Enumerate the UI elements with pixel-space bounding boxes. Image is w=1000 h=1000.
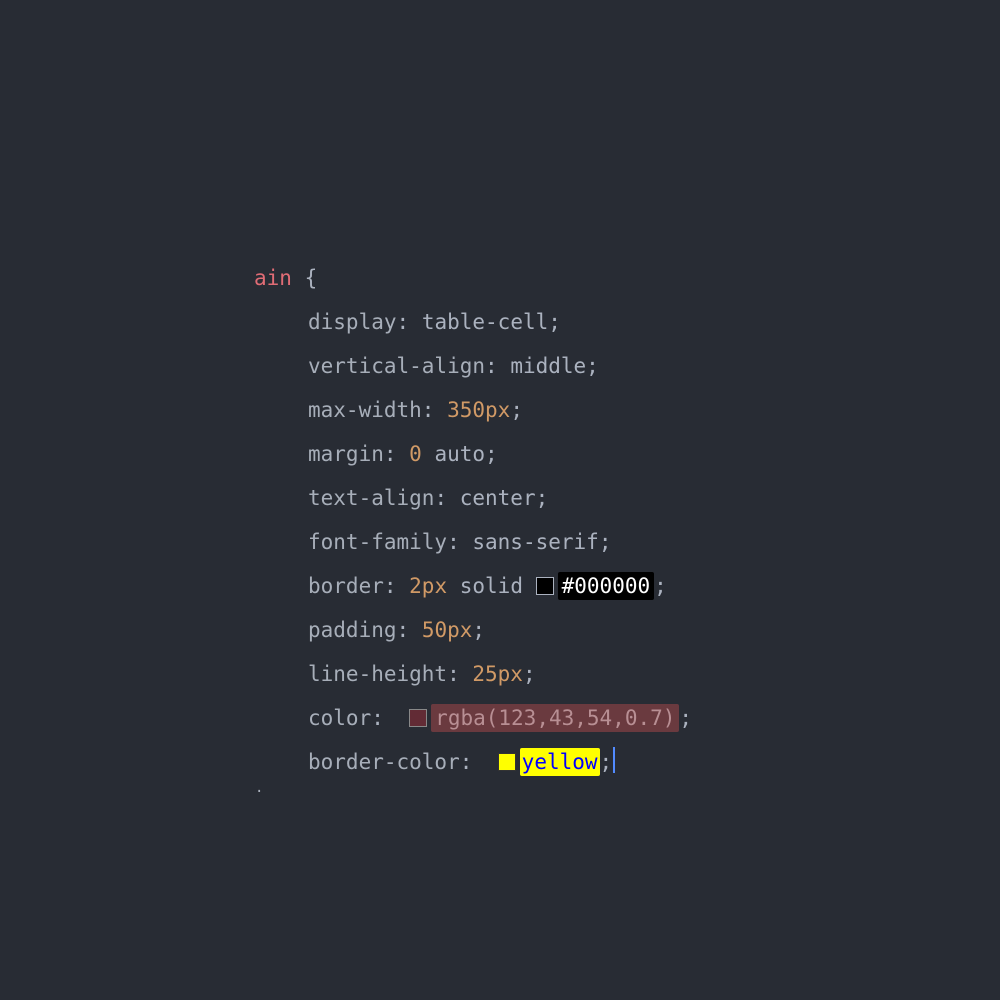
css-value: auto (434, 442, 485, 466)
colon: : (460, 750, 485, 774)
colon: : (384, 574, 409, 598)
colon: : (397, 618, 422, 642)
semicolon: ; (548, 310, 561, 334)
semicolon: ; (510, 398, 523, 422)
code-line[interactable]: padding: 50px; (254, 608, 692, 652)
css-value: table-cell (422, 310, 548, 334)
css-property: line-height (308, 662, 447, 686)
semicolon: ; (523, 662, 536, 686)
code-line[interactable]: border-color: yellow; (254, 740, 692, 784)
code-line[interactable]: margin: 0 auto; (254, 432, 692, 476)
brace-open: { (292, 266, 317, 290)
css-number: 25px (472, 662, 523, 686)
css-property: border-color (308, 750, 460, 774)
css-color-value: yellow (520, 748, 600, 776)
code-line[interactable]: ain { (254, 256, 692, 300)
css-property: max-width (308, 398, 422, 422)
code-line[interactable]: max-width: 350px; (254, 388, 692, 432)
code-editor[interactable]: ain {display: table-cell;vertical-align:… (254, 256, 692, 784)
semicolon: ; (654, 574, 667, 598)
css-selector: ain (254, 266, 292, 290)
semicolon: ; (586, 354, 599, 378)
color-swatch-icon (409, 709, 427, 727)
colon: : (397, 310, 422, 334)
semicolon: ; (600, 750, 613, 774)
css-value: middle (510, 354, 586, 378)
code-line[interactable]: text-align: center; (254, 476, 692, 520)
css-number: 0 (409, 442, 422, 466)
css-color-value: rgba(123,43,54,0.7) (431, 704, 679, 732)
css-value: center (460, 486, 536, 510)
css-property: border (308, 574, 384, 598)
semicolon: ; (599, 530, 612, 554)
code-line[interactable]: color: rgba(123,43,54,0.7); (254, 696, 692, 740)
css-property: text-align (308, 486, 434, 510)
code-line[interactable]: font-family: sans-serif; (254, 520, 692, 564)
css-property: color (308, 706, 371, 730)
semicolon: ; (472, 618, 485, 642)
colon: : (422, 398, 447, 422)
colon: : (447, 530, 472, 554)
css-color-value: #000000 (558, 572, 655, 600)
css-property: vertical-align (308, 354, 485, 378)
css-number: 50px (422, 618, 473, 642)
code-line[interactable]: line-height: 25px; (254, 652, 692, 696)
colon: : (434, 486, 459, 510)
css-number: 350px (447, 398, 510, 422)
fold-marker: . (255, 780, 263, 796)
css-property: margin (308, 442, 384, 466)
code-line[interactable]: vertical-align: middle; (254, 344, 692, 388)
semicolon: ; (485, 442, 498, 466)
css-value: solid (460, 574, 523, 598)
color-swatch-icon (498, 753, 516, 771)
css-property: padding (308, 618, 397, 642)
semicolon: ; (679, 706, 692, 730)
css-number: 2px (409, 574, 447, 598)
css-property: font-family (308, 530, 447, 554)
colon: : (485, 354, 510, 378)
color-swatch-icon (536, 577, 554, 595)
colon: : (447, 662, 472, 686)
code-line[interactable]: display: table-cell; (254, 300, 692, 344)
colon: : (371, 706, 396, 730)
text-cursor (613, 747, 615, 773)
css-property: display (308, 310, 397, 334)
semicolon: ; (536, 486, 549, 510)
colon: : (384, 442, 409, 466)
css-value: sans-serif (472, 530, 598, 554)
code-line[interactable]: border: 2px solid #000000; (254, 564, 692, 608)
